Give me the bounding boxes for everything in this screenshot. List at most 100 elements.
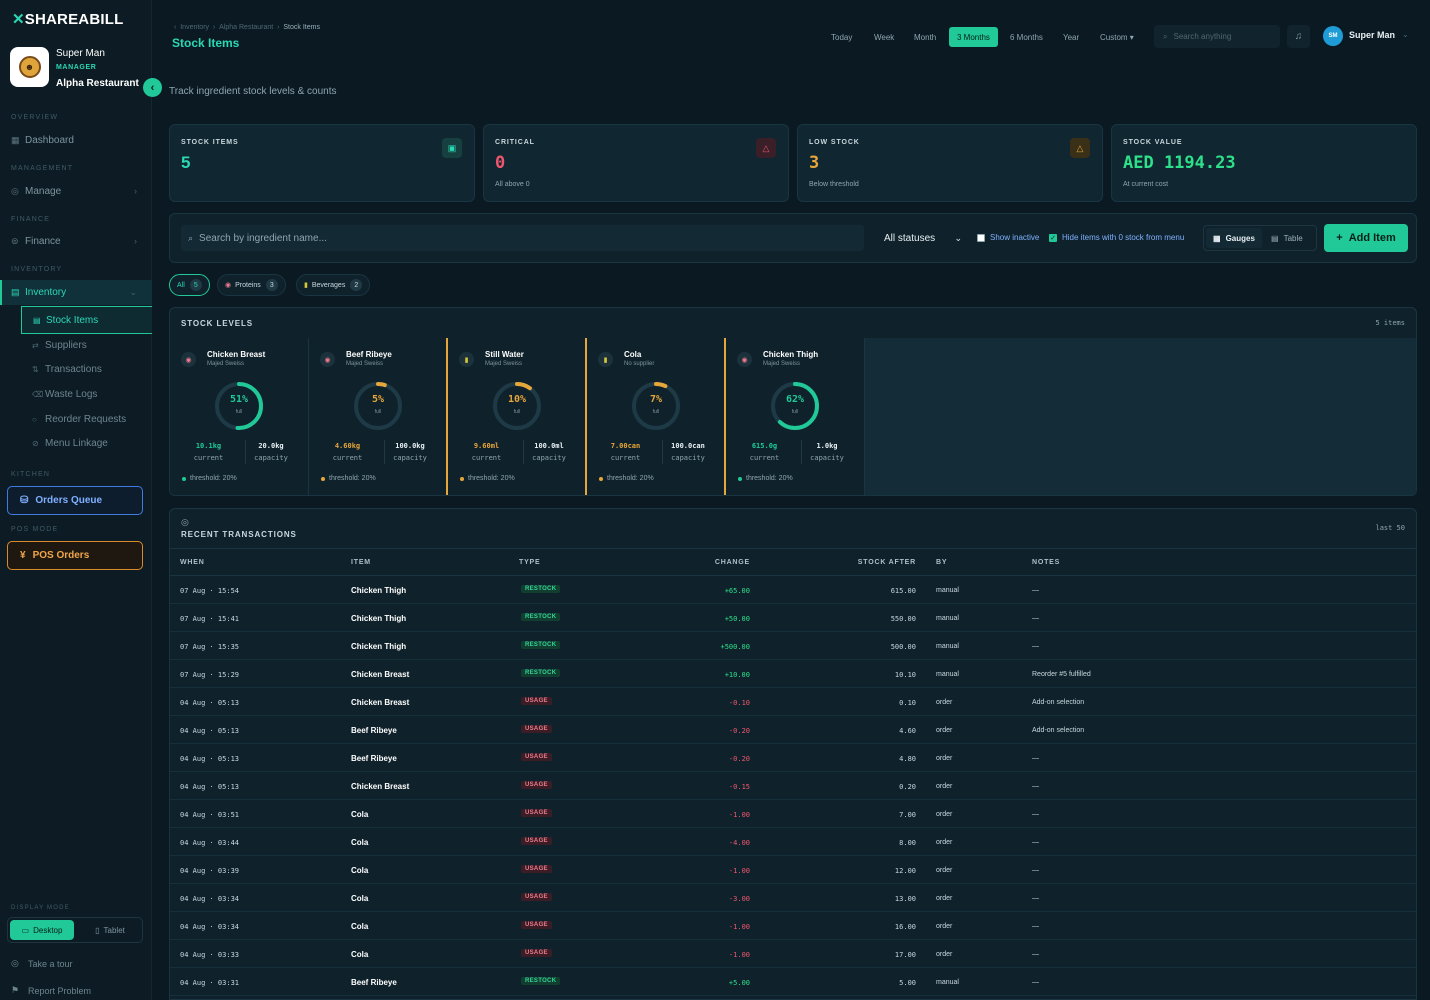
sidebar-sub-transactions[interactable]: ⇅ Transactions: [32, 364, 102, 375]
range-month[interactable]: Month: [906, 27, 944, 47]
table-row[interactable]: 04 Aug · 05:13 Beef Ribeye USAGE -0.20 4.60 o…: [170, 716, 1416, 744]
cell-stock-after: 12.00: [894, 867, 916, 875]
stock-gauge: [215, 382, 263, 430]
col-when: WHEN: [180, 559, 205, 566]
table-row[interactable]: 04 Aug · 05:13 Beef Ribeye USAGE -0.20 4.80 o…: [170, 744, 1416, 772]
table-row[interactable]: 04 Aug · 03:44 Cola USAGE -4.00 8.00 order —: [170, 828, 1416, 856]
range-3-months[interactable]: 3 Months: [949, 27, 998, 47]
table-row[interactable]: 07 Aug · 15:54 Chicken Thigh RESTOCK +65.00…: [170, 576, 1416, 604]
tablet-mode-button[interactable]: ▯ Tablet: [78, 920, 142, 940]
stock-capacity: 100.0kg: [395, 442, 425, 450]
chevron-right-icon: ›: [134, 186, 137, 196]
cell-change: -0.15: [728, 783, 750, 791]
type-badge: RESTOCK: [521, 613, 561, 621]
recent-transactions-panel: ◎ RECENT TRANSACTIONS last 50 WHEN ITEM …: [169, 508, 1417, 1000]
sidebar-sub-menu-linkage[interactable]: ⊘ Menu Linkage: [32, 438, 108, 449]
sidebar-item-finance[interactable]: ⊜ Finance ›: [11, 232, 141, 250]
stat-value: AED 1194.23: [1123, 153, 1236, 173]
sidebar-sub-suppliers[interactable]: ⇄ Suppliers: [32, 340, 87, 351]
category-pill-beverages[interactable]: ▮ Beverages 2: [296, 274, 371, 296]
stock-current: 615.0g: [751, 442, 778, 450]
status-select[interactable]: All statuses ⌄: [876, 225, 968, 251]
table-row[interactable]: 04 Aug · 03:33 Cola USAGE -1.00 17.00 order —: [170, 940, 1416, 968]
stock-card[interactable]: ◉ Beef Ribeye Majed Sweiss 5% full 4.60kg 100.…: [309, 338, 448, 495]
stock-threshold: threshold: 20%: [738, 475, 793, 482]
table-row[interactable]: 04 Aug · 03:51 Cola USAGE -1.00 7.00 order —: [170, 800, 1416, 828]
take-tour-link[interactable]: ◎ Take a tour: [11, 958, 73, 969]
checkbox-box[interactable]: [977, 233, 985, 242]
report-problem-link[interactable]: ⚑ Report Problem: [11, 985, 91, 996]
stock-percent: 5%: [371, 394, 385, 405]
sidebar-item-dashboard[interactable]: ▦ Dashboard: [11, 131, 141, 149]
sidebar-item-manage[interactable]: ◎ Manage ›: [11, 182, 141, 200]
cell-by: order: [936, 951, 953, 958]
breadcrumb-item[interactable]: Inventory: [180, 24, 209, 31]
table-row[interactable]: 04 Aug · 03:34 Cola USAGE -3.00 13.00 order —: [170, 884, 1416, 912]
show-inactive-checkbox[interactable]: Show inactive: [977, 233, 1039, 242]
stock-item-supplier: Majed Sweiss: [207, 361, 245, 367]
range-today[interactable]: Today: [823, 27, 860, 47]
cell-change: +5.00: [728, 979, 750, 987]
display-mode-toggle: ▭ Desktop ▯ Tablet: [7, 917, 143, 943]
table-row[interactable]: 07 Aug · 15:29 Chicken Breast RESTOCK +10.0…: [170, 660, 1416, 688]
breadcrumb-item[interactable]: Alpha Restaurant: [219, 24, 273, 31]
check-icon[interactable]: ✓: [1049, 233, 1057, 242]
global-search-input[interactable]: ⌕ Search anything: [1154, 25, 1280, 48]
stock-item-name: Chicken Thigh: [763, 350, 819, 359]
collapse-sidebar-button[interactable]: ‹: [143, 78, 162, 97]
table-row[interactable]: 04 Aug · 03:31 Beef Ribeye RESTOCK +5.00 5.0…: [170, 968, 1416, 996]
chevron-down-icon[interactable]: ⌄: [1402, 30, 1409, 39]
section-overview: OVERVIEW: [11, 114, 59, 121]
gauges-view-button[interactable]: ▦ Gauges: [1206, 228, 1262, 248]
table-view-button[interactable]: ▤ Table: [1264, 228, 1310, 248]
chevron-right-icon: ›: [134, 236, 137, 246]
range-week[interactable]: Week: [866, 27, 902, 47]
category-pill-proteins[interactable]: ◉ Proteins 3: [217, 274, 286, 296]
category-pill-all[interactable]: All 5: [169, 274, 210, 296]
sidebar-sub-waste-logs[interactable]: ⌫ Waste Logs: [32, 389, 97, 400]
type-badge: USAGE: [521, 809, 552, 817]
cell-stock-after: 5.00: [899, 979, 916, 987]
type-badge: USAGE: [521, 753, 552, 761]
table-row[interactable]: 04 Aug · 03:34 Cola USAGE -1.00 16.00 order —: [170, 912, 1416, 940]
table-row[interactable]: 04 Aug · 05:13 Chicken Breast USAGE -0.15 0.…: [170, 772, 1416, 800]
range-6-months[interactable]: 6 Months: [1002, 27, 1051, 47]
cell-when: 07 Aug · 15:29: [180, 671, 240, 679]
range-custom[interactable]: Custom ▾: [1092, 27, 1142, 47]
orders-queue-button[interactable]: ⛁ Orders Queue: [7, 486, 143, 515]
stock-card[interactable]: ▮ Cola No supplier 7% full 7.00can 100.0can cur…: [587, 338, 726, 495]
user-avatar[interactable]: SM: [1323, 26, 1343, 46]
user-name[interactable]: Super Man: [1349, 30, 1395, 40]
pos-orders-button[interactable]: ¥ POS Orders: [7, 541, 143, 570]
desktop-mode-button[interactable]: ▭ Desktop: [10, 920, 74, 940]
sidebar-item-inventory[interactable]: ▤ Inventory ⌄: [11, 283, 141, 301]
type-badge: RESTOCK: [521, 669, 561, 677]
table-row[interactable]: 07 Aug · 15:35 Chicken Thigh RESTOCK +500.0…: [170, 632, 1416, 660]
col-stock-after: STOCK AFTER: [857, 559, 916, 566]
threshold-label: threshold: 20%: [468, 475, 515, 482]
orders-queue-label: Orders Queue: [35, 495, 103, 506]
hide-zero-stock-checkbox[interactable]: ✓ Hide items with 0 stock from menu: [1049, 233, 1184, 242]
cell-item: Chicken Breast: [351, 698, 410, 707]
type-badge: USAGE: [521, 725, 552, 733]
add-item-button[interactable]: + Add Item: [1324, 224, 1408, 252]
profile-block[interactable]: ☻ Super Man MANAGER Alpha Restaurant: [10, 47, 150, 91]
sidebar-sub-stock-items[interactable]: ▤ Stock Items: [21, 306, 152, 334]
table-row[interactable]: 04 Aug · 05:13 Chicken Breast USAGE -0.10 0.…: [170, 688, 1416, 716]
table-row[interactable]: 04 Aug · 03:39 Cola USAGE -1.00 12.00 order —: [170, 856, 1416, 884]
stock-card[interactable]: ◉ Chicken Breast Majed Sweiss 51% full 10.1kg…: [170, 338, 309, 495]
range-year[interactable]: Year: [1055, 27, 1087, 47]
monitor-icon: ▭: [21, 925, 30, 935]
stock-capacity: 100.0can: [671, 442, 705, 450]
type-badge: USAGE: [521, 697, 552, 705]
notifications-button[interactable]: ♫: [1287, 25, 1310, 48]
search-icon: ⌕: [188, 232, 194, 243]
sidebar-sub-reorder-requests[interactable]: ○ Reorder Requests: [32, 414, 126, 425]
stock-card[interactable]: ▮ Still Water Majed Sweiss 10% full 9.60ml 100…: [448, 338, 587, 495]
ingredient-search-input[interactable]: ⌕ Search by ingredient name...: [181, 225, 864, 251]
cell-notes: Add-on selection: [1032, 699, 1085, 706]
status-select-value: All statuses: [884, 232, 936, 244]
stock-card[interactable]: ◉ Chicken Thigh Majed Sweiss 62% full 615.0g 1…: [726, 338, 865, 495]
table-row[interactable]: 07 Aug · 15:41 Chicken Thigh RESTOCK +50.00…: [170, 604, 1416, 632]
app-logo[interactable]: ✕SHAREABILL: [12, 10, 123, 28]
